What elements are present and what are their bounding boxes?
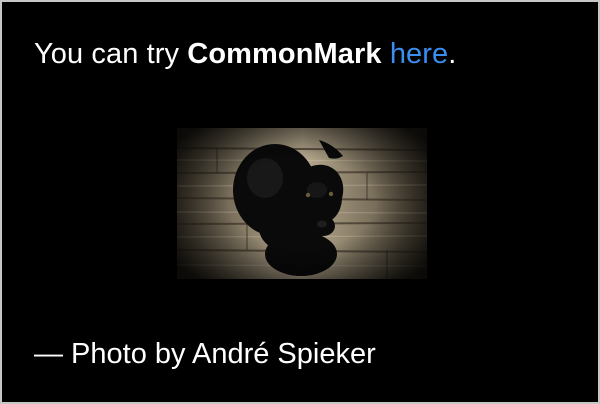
message-bubble: You can try CommonMark here. — Photo by …: [0, 0, 600, 404]
intro-middle: [382, 38, 390, 70]
puppy-photo: [177, 128, 427, 279]
commonmark-bold: CommonMark: [187, 38, 382, 70]
puppy-image: [177, 128, 427, 279]
photo-credit: — Photo by André Spieker: [34, 338, 376, 370]
intro-paragraph: You can try CommonMark here.: [34, 35, 456, 73]
intro-suffix: .: [448, 38, 457, 70]
here-link[interactable]: here: [390, 38, 448, 70]
intro-prefix: You can try: [34, 38, 188, 70]
